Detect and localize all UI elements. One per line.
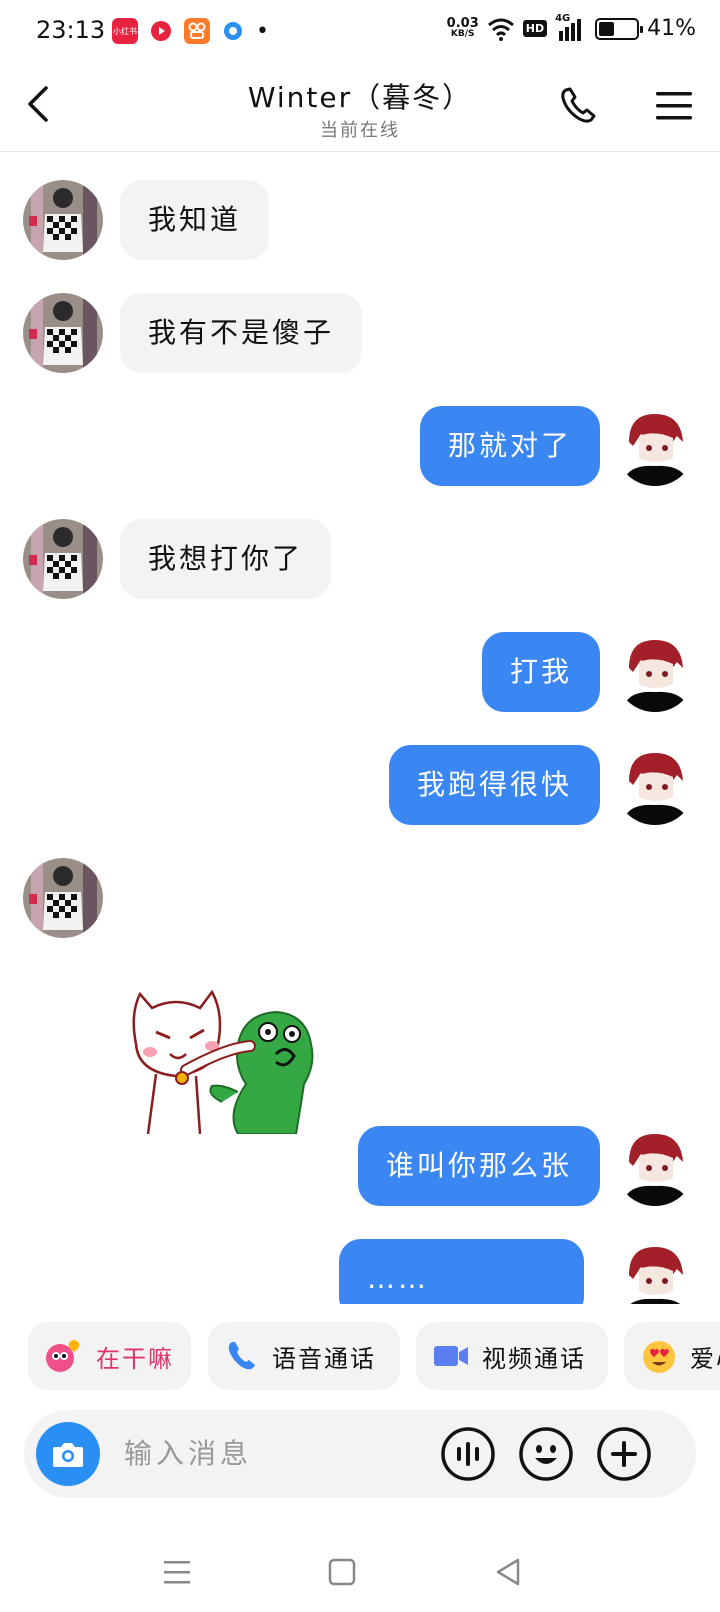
cat-punching-sticker[interactable] bbox=[126, 974, 326, 1135]
quick-action-voice-call[interactable]: 语音通话 bbox=[208, 1322, 400, 1390]
nav-home-icon[interactable] bbox=[322, 1552, 362, 1592]
smiley-icon[interactable] bbox=[518, 1426, 574, 1482]
my-avatar[interactable] bbox=[615, 1239, 695, 1304]
contact-avatar[interactable] bbox=[23, 519, 103, 599]
video-camera-icon bbox=[434, 1346, 468, 1366]
battery-percent: 41% bbox=[647, 16, 696, 41]
message-row: 我有不是傻子 bbox=[0, 293, 720, 373]
message-row: 那就对了 bbox=[0, 406, 720, 486]
chat-header: Winter（暮冬） 当前在线 bbox=[0, 64, 720, 152]
outgoing-bubble[interactable]: 那就对了 bbox=[419, 406, 600, 486]
my-avatar[interactable] bbox=[615, 406, 695, 486]
status-time: 23:13 bbox=[36, 16, 106, 44]
quick-action-zaiganma[interactable]: 在干嘛 bbox=[28, 1322, 191, 1390]
incoming-bubble[interactable]: 我知道 bbox=[120, 180, 270, 260]
chat-title: Winter（暮冬） bbox=[247, 81, 473, 114]
browser-app-icon bbox=[220, 18, 246, 44]
quick-action-label: 爱心 bbox=[690, 1344, 720, 1373]
my-avatar[interactable] bbox=[615, 1126, 695, 1206]
message-list[interactable]: 我知道 我有不是傻子 那就对了 我想打你了 打我 我跑得很快 谁叫你那么张 …… bbox=[0, 152, 720, 1304]
camera-icon bbox=[53, 1443, 83, 1467]
incoming-bubble[interactable]: 我有不是傻子 bbox=[120, 293, 363, 373]
status-app-icons: 小红书 • bbox=[112, 18, 269, 44]
quick-action-video-call[interactable]: 视频通话 bbox=[416, 1322, 608, 1390]
plus-icon[interactable] bbox=[596, 1426, 652, 1482]
incoming-bubble[interactable]: 我想打你了 bbox=[120, 519, 332, 599]
nav-back-icon[interactable] bbox=[490, 1552, 530, 1592]
contact-avatar[interactable] bbox=[23, 858, 103, 938]
message-row: 谁叫你那么张 bbox=[0, 1126, 720, 1206]
nav-menu-icon[interactable] bbox=[158, 1552, 198, 1592]
heart-chat-icon bbox=[46, 1340, 80, 1372]
voice-wave-icon[interactable] bbox=[440, 1426, 496, 1482]
camera-button[interactable] bbox=[36, 1422, 100, 1486]
menu-icon[interactable] bbox=[652, 84, 696, 128]
message-row bbox=[0, 858, 720, 938]
net-speed-value: 0.03 bbox=[446, 15, 479, 31]
message-row: 我想打你了 bbox=[0, 519, 720, 599]
status-dot: • bbox=[256, 18, 269, 44]
phone-icon[interactable] bbox=[556, 84, 600, 128]
xiaohongshu-icon: 小红书 bbox=[112, 18, 138, 44]
phone-icon bbox=[228, 1342, 255, 1370]
outgoing-bubble[interactable]: 打我 bbox=[481, 632, 600, 712]
quick-action-label: 在干嘛 bbox=[96, 1344, 174, 1373]
quick-action-label: 语音通话 bbox=[272, 1344, 376, 1373]
contact-avatar[interactable] bbox=[23, 293, 103, 373]
status-bar: 23:13 小红书 • 0.03 KB/S HD 4G 41% bbox=[0, 0, 720, 64]
quick-action-bar[interactable]: 在干嘛 语音通话 视频通话 爱心 bbox=[0, 1322, 720, 1390]
hd-badge: HD bbox=[522, 20, 548, 37]
outgoing-bubble[interactable]: 谁叫你那么张 bbox=[357, 1126, 600, 1206]
my-avatar[interactable] bbox=[615, 632, 695, 712]
video-app-icon bbox=[148, 18, 174, 44]
signal-icon: 4G bbox=[555, 13, 587, 41]
message-row: 我知道 bbox=[0, 180, 720, 260]
message-input-bar: 输入消息 bbox=[24, 1410, 696, 1498]
quick-action-love[interactable]: 爱心 bbox=[624, 1322, 720, 1390]
message-row: 我跑得很快 bbox=[0, 745, 720, 825]
outgoing-bubble[interactable]: 我跑得很快 bbox=[388, 745, 600, 825]
outgoing-bubble[interactable]: …… bbox=[339, 1239, 584, 1304]
kuaishou-icon bbox=[184, 18, 210, 44]
my-avatar[interactable] bbox=[615, 745, 695, 825]
xiaohongshu-icon-label: 小红书 bbox=[113, 26, 137, 36]
wifi-icon bbox=[487, 18, 514, 41]
net-speed: 0.03 KB/S bbox=[446, 15, 479, 40]
battery-icon bbox=[595, 17, 644, 40]
contact-avatar[interactable] bbox=[23, 180, 103, 260]
online-status: 当前在线 bbox=[320, 120, 400, 141]
quick-action-label: 视频通话 bbox=[482, 1344, 586, 1373]
net-speed-unit: KB/S bbox=[450, 28, 475, 39]
message-row: 打我 bbox=[0, 632, 720, 712]
system-nav-bar bbox=[0, 1540, 720, 1612]
message-input[interactable]: 输入消息 bbox=[124, 1410, 252, 1498]
heart-eyes-emoji-icon bbox=[643, 1341, 675, 1373]
message-row: …… bbox=[0, 1239, 720, 1304]
status-right: 0.03 KB/S HD 4G 41% bbox=[446, 13, 696, 42]
battery-level bbox=[599, 21, 614, 36]
